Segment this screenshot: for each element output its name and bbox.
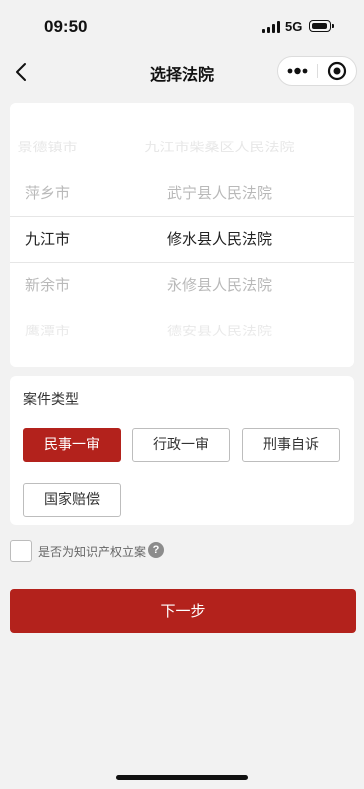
more-button[interactable] [278,57,317,85]
battery-icon [309,20,334,32]
ip-case-checkbox[interactable] [10,540,32,562]
network-type: 5G [285,19,303,34]
court-option[interactable]: 武宁县人民法院 [85,170,354,216]
cellular-signal-icon [262,21,280,33]
city-option-selected[interactable]: 九江市 [10,216,85,262]
case-type-section: 案件类型 民事一审 行政一审 刑事自诉 国家赔偿 [10,376,354,525]
case-type-criminal-private-prosecution-button[interactable]: 刑事自诉 [242,428,340,462]
question-circle-icon[interactable]: ? [148,542,164,558]
court-picker-column[interactable]: 九江市柴桑区人民法院 武宁县人民法院 修水县人民法院 永修县人民法院 德安县人民… [85,103,354,367]
ip-case-label: 是否为知识产权立案 [38,545,147,559]
status-time: 09:50 [44,17,88,36]
home-indicator [116,775,248,780]
close-mini-program-button[interactable] [318,57,357,85]
nav-bar: 选择法院 [0,52,364,92]
case-type-title: 案件类型 [23,392,79,408]
case-type-administrative-first-instance-button[interactable]: 行政一审 [132,428,230,462]
court-option[interactable]: 九江市柴桑区人民法院 [85,129,354,166]
status-bar: 09:50 5G [0,0,364,52]
city-option[interactable]: 新余市 [10,262,85,308]
more-dots-icon [287,67,308,75]
case-type-state-compensation-button[interactable]: 国家赔偿 [23,483,121,517]
city-option[interactable]: 萍乡市 [10,170,85,216]
court-option[interactable]: 永修县人民法院 [85,262,354,308]
picker-selection-line-bottom [10,262,354,263]
court-option-selected[interactable]: 修水县人民法院 [85,216,354,262]
case-type-civil-first-instance-button[interactable]: 民事一审 [23,428,121,462]
city-option[interactable]: 景德镇市 [10,129,85,166]
court-picker[interactable]: 景德镇市 萍乡市 九江市 新余市 鹰潭市 九江市柴桑区人民法院 武宁县人民法院 … [10,103,354,367]
mini-program-capsule [277,56,357,86]
court-option[interactable]: 德安县人民法院 [85,313,354,350]
next-step-button[interactable]: 下一步 [10,589,356,633]
city-option[interactable]: 鹰潭市 [10,313,85,350]
picker-selection-line-top [10,216,354,217]
target-circle-icon [327,61,347,81]
city-picker-column[interactable]: 景德镇市 萍乡市 九江市 新余市 鹰潭市 [10,103,85,367]
